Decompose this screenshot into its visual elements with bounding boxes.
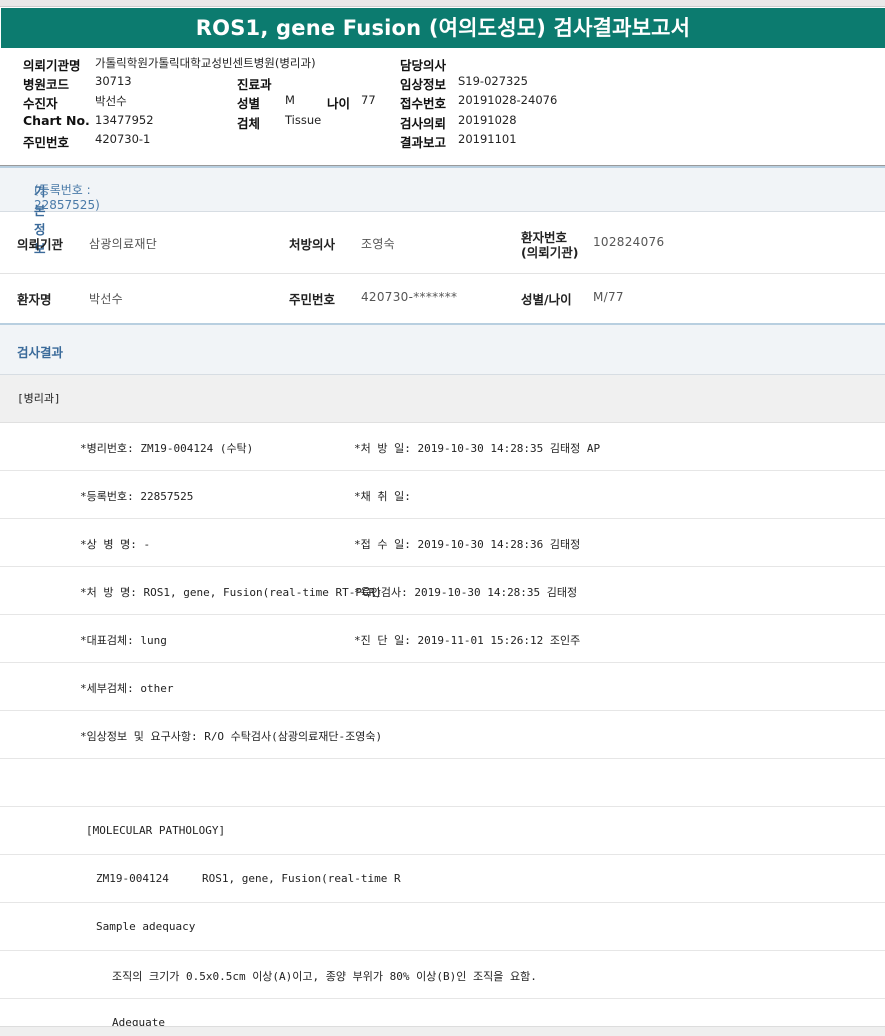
molecular-heading: [MOLECULAR PATHOLOGY] <box>86 824 226 837</box>
molecular-id-row: ZM19-004124 ROS1, gene, Fusion(real-time… <box>0 855 885 903</box>
result-row-blank <box>0 759 885 807</box>
basic-info-row-1: 의뢰기관 삼광의료재단 처방의사 조영숙 환자번호 (의뢰기관) 1028240… <box>0 212 885 274</box>
clinical-info-value: S19-027325 <box>458 74 528 88</box>
age-label: 나이 <box>327 96 351 111</box>
accession-label: 접수번호 <box>400 96 447 111</box>
specimen-label: 검체 <box>237 116 261 131</box>
patient-name-label: 환자명 <box>17 292 52 307</box>
sample-adequacy-label: Sample adequacy <box>96 920 196 933</box>
resident-value: 420730-******* <box>361 290 458 304</box>
header-row-3: 수진자 박선수 성별 M 나이 77 접수번호 20191028-24076 <box>0 93 885 112</box>
result-right-5: *진 단 일: 2019-11-01 15:26:12 조인주 <box>354 634 581 647</box>
results-header: 검사결과 <box>0 323 885 375</box>
dept-label: [병리과] <box>17 392 61 405</box>
result-row-5: *대표검체: lung *진 단 일: 2019-11-01 15:26:12 … <box>0 615 885 663</box>
requesting-institution-label: 의뢰기관명 <box>23 58 81 73</box>
header-row-4: Chart No. 13477952 검체 Tissue 검사의뢰 201910… <box>0 113 885 132</box>
basic-info-row-2: 환자명 박선수 주민번호 420730-******* 성별/나이 M/77 <box>0 274 885 324</box>
result-right-2: *채 취 일: <box>354 490 411 503</box>
patient-name-value: 박선수 <box>89 292 124 306</box>
molecular-heading-row: [MOLECULAR PATHOLOGY] <box>0 807 885 855</box>
result-left-2: *등록번호: 22857525 <box>80 490 194 503</box>
basic-info-header: 기본정보 (등록번호 : 22857525) <box>0 166 885 256</box>
result-right-4: *육안검사: 2019-10-30 14:28:35 김태정 <box>354 586 578 599</box>
result-right-3: *접 수 일: 2019-10-30 14:28:36 김태정 <box>354 538 581 551</box>
sample-adequacy-row: Sample adequacy <box>0 903 885 951</box>
sex-value: M <box>285 93 295 107</box>
prescriber-value: 조영숙 <box>361 237 396 251</box>
result-row-2: *등록번호: 22857525 *채 취 일: <box>0 471 885 519</box>
result-left-4: *처 방 명: ROS1, gene, Fusion(real-time RT-… <box>80 586 382 599</box>
report-title: ROS1, gene Fusion (여의도성모) 검사결과보고서 <box>1 8 885 48</box>
dept-row: [병리과] <box>0 375 885 423</box>
result-row-7: *임상정보 및 요구사항: R/O 수탁검사(삼광의료재단-조영숙) <box>0 711 885 759</box>
result-left-5: *대표검체: lung <box>80 634 167 647</box>
specimen-value: Tissue <box>285 113 322 127</box>
doctor-label: 담당의사 <box>400 58 447 73</box>
criteria-row: 조직의 크기가 0.5x0.5cm 이상(A)이고, 종양 부위가 80% 이상… <box>0 951 885 999</box>
sex-age-value: M/77 <box>593 290 624 304</box>
receiver-label: 수진자 <box>23 96 58 111</box>
horizontal-scrollbar[interactable] <box>0 1026 885 1036</box>
chart-no-value: 13477952 <box>95 113 154 127</box>
clinical-info-label: 임상정보 <box>400 77 447 92</box>
criteria-text: 조직의 크기가 0.5x0.5cm 이상(A)이고, 종양 부위가 80% 이상… <box>112 970 537 983</box>
result-left-6: *세부검체: other <box>80 682 174 695</box>
request-date-value: 20191028 <box>458 113 517 127</box>
patient-no-value: 102824076 <box>593 235 665 249</box>
result-left-7: *임상정보 및 요구사항: R/O 수탁검사(삼광의료재단-조영숙) <box>80 730 383 743</box>
hospital-code-value: 30713 <box>95 74 132 88</box>
resident-no-label: 주민번호 <box>23 135 70 150</box>
report-header: 의뢰기관명 가톨릭학원가톨릭대학교성빈센트병원(병리과) 담당의사 병원코드 3… <box>0 55 885 165</box>
resident-label: 주민번호 <box>289 292 336 307</box>
report-date-label: 결과보고 <box>400 135 447 150</box>
molecular-id: ZM19-004124 ROS1, gene, Fusion(real-time… <box>96 872 401 885</box>
sex-label: 성별 <box>237 96 261 111</box>
prescriber-label: 처방의사 <box>289 237 336 252</box>
result-row-1: *병리번호: ZM19-004124 (수탁) *처 방 일: 2019-10-… <box>0 423 885 471</box>
result-left-3: *상 병 명: - <box>80 538 151 551</box>
request-date-label: 검사의뢰 <box>400 116 447 131</box>
result-left-1: *병리번호: ZM19-004124 (수탁) <box>80 442 254 455</box>
header-row-5: 주민번호 420730-1 결과보고 20191101 <box>0 132 885 151</box>
result-row-3: *상 병 명: - *접 수 일: 2019-10-30 14:28:36 김태… <box>0 519 885 567</box>
result-right-1: *처 방 일: 2019-10-30 14:28:35 김태정 AP <box>354 442 601 455</box>
department-label: 진료과 <box>237 77 272 92</box>
institution-value: 삼광의료재단 <box>89 237 158 251</box>
header-row-2: 병원코드 30713 진료과 임상정보 S19-027325 <box>0 74 885 93</box>
resident-no-value: 420730-1 <box>95 132 151 146</box>
patient-no-sublabel: (의뢰기관) <box>521 245 579 260</box>
registration-number: (등록번호 : 22857525) <box>34 183 100 212</box>
results-heading: 검사결과 <box>17 345 64 360</box>
requesting-institution-value: 가톨릭학원가톨릭대학교성빈센트병원(병리과) <box>95 56 316 70</box>
sex-age-label: 성별/나이 <box>521 292 572 307</box>
chart-no-label: Chart No. <box>23 113 90 128</box>
receiver-value: 박선수 <box>95 94 127 108</box>
result-row-4: *처 방 명: ROS1, gene, Fusion(real-time RT-… <box>0 567 885 615</box>
accession-value: 20191028-24076 <box>458 93 558 107</box>
report-date-value: 20191101 <box>458 132 517 146</box>
result-row-6: *세부검체: other <box>0 663 885 711</box>
header-row-1: 의뢰기관명 가톨릭학원가톨릭대학교성빈센트병원(병리과) 담당의사 <box>0 55 885 74</box>
age-value: 77 <box>361 93 376 107</box>
hospital-code-label: 병원코드 <box>23 77 70 92</box>
institution-label: 의뢰기관 <box>17 237 64 252</box>
window-top-edge <box>0 0 885 7</box>
